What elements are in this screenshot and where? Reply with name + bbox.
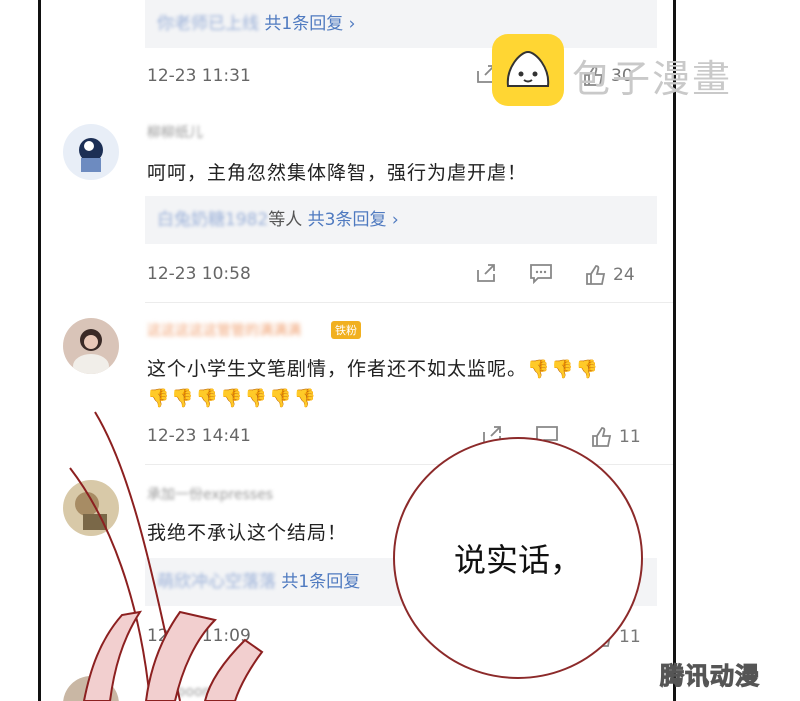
speech-text: 说实话， [453, 541, 582, 579]
publisher-watermark: 腾讯动漫 [660, 662, 760, 691]
baozi-logo-icon [492, 34, 564, 106]
speech-bubble: 说实话， [393, 437, 643, 679]
watermark-text: 包子漫畫 [572, 57, 733, 101]
